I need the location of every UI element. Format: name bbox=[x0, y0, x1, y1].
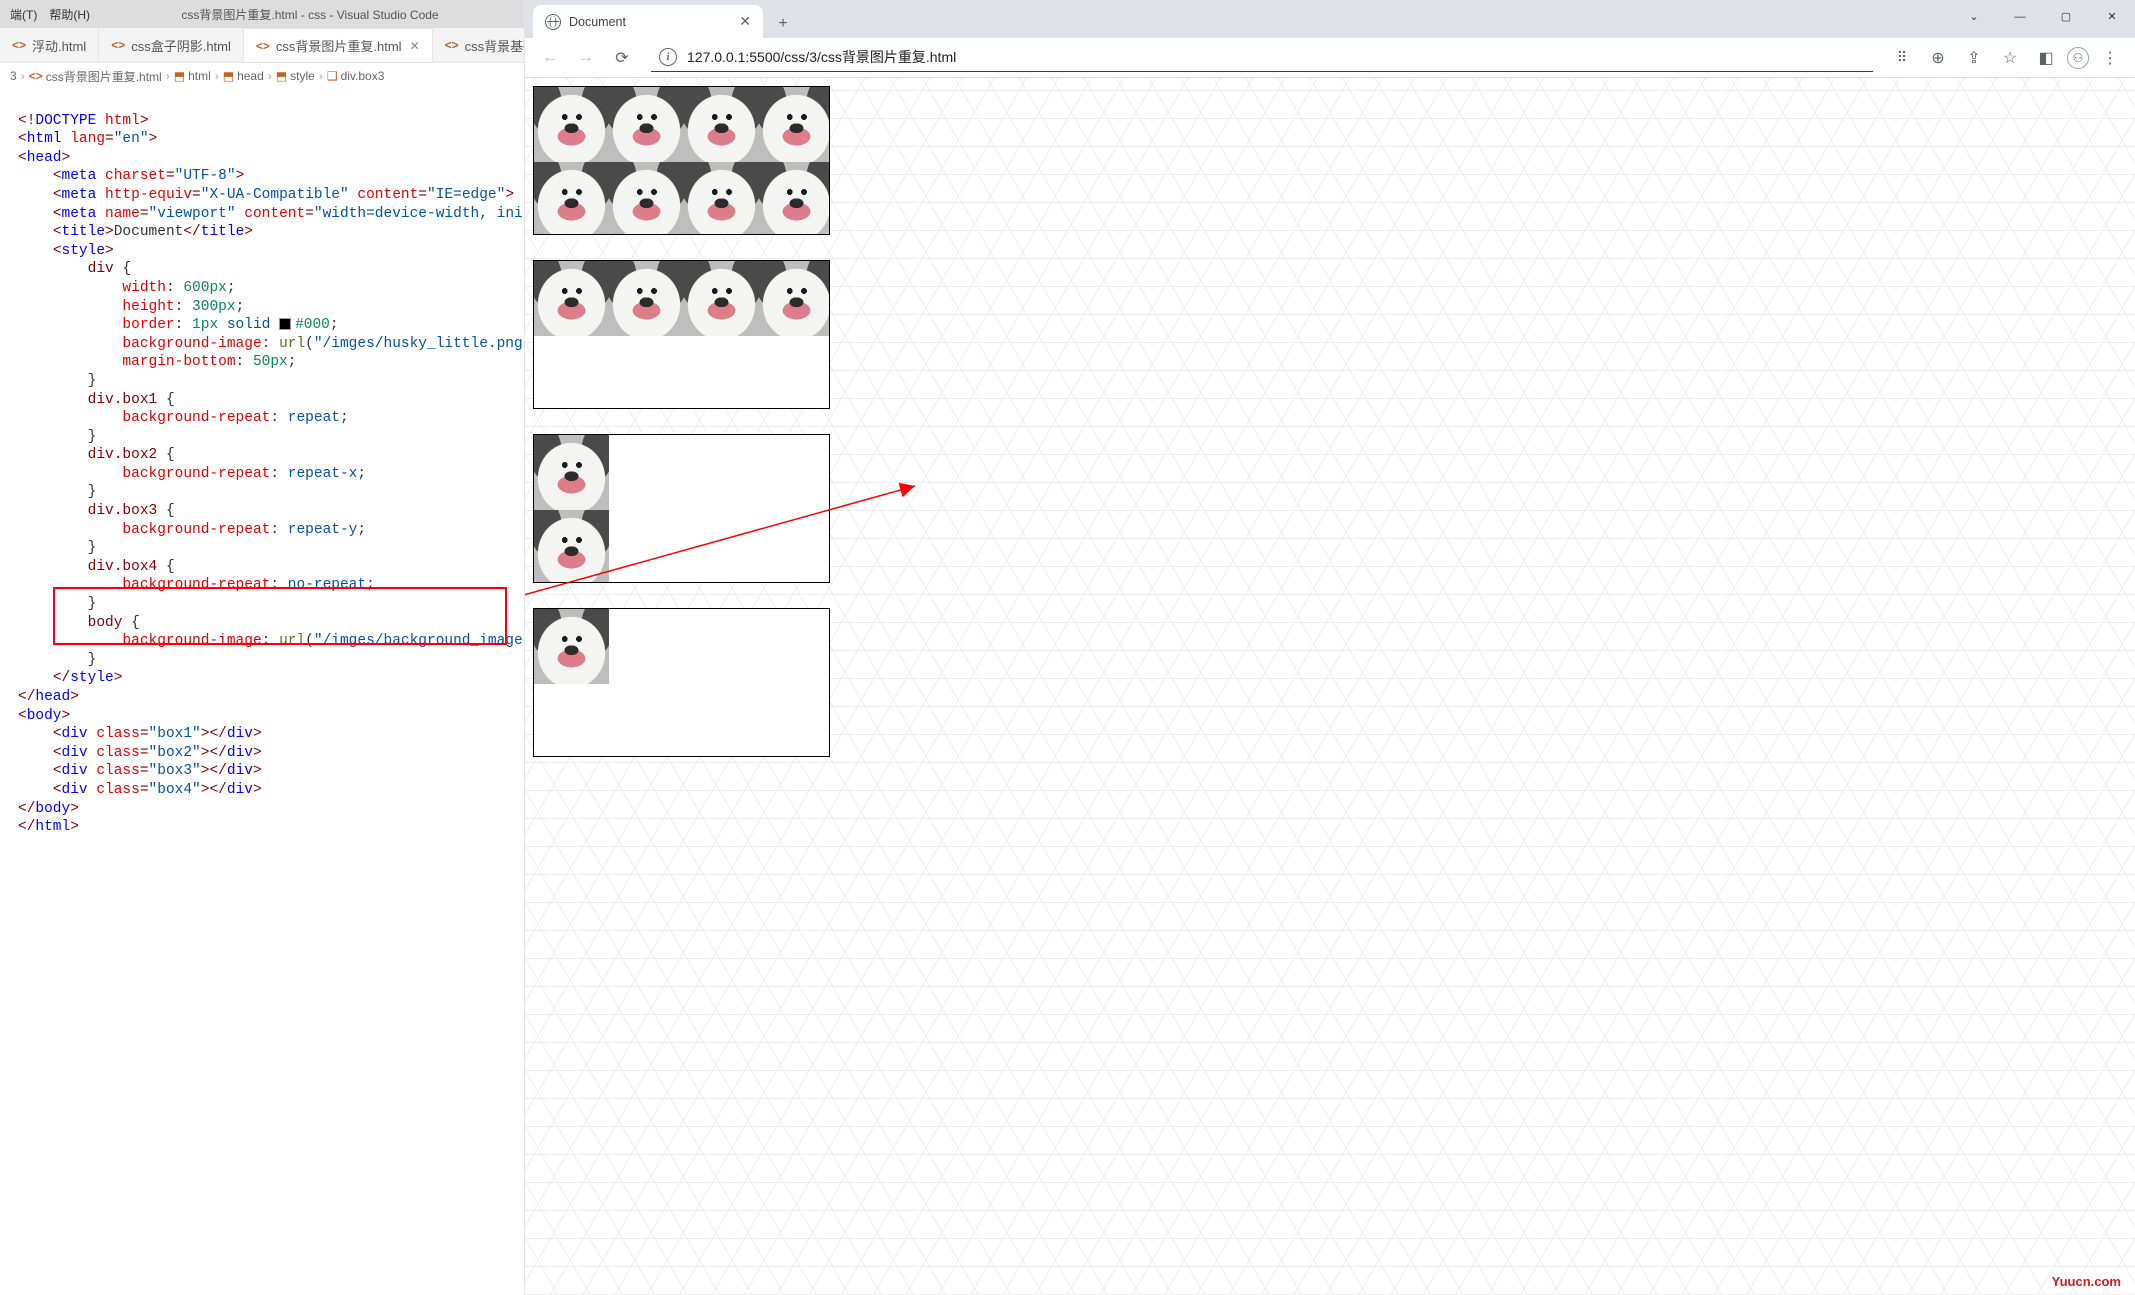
reload-button[interactable]: ⟳ bbox=[607, 43, 637, 73]
html-file-icon: <> bbox=[445, 38, 459, 52]
symbol-icon: ❑ bbox=[327, 69, 338, 83]
zoom-icon[interactable]: ⊕ bbox=[1923, 43, 1953, 73]
tab-float[interactable]: <> 浮动.html bbox=[0, 28, 99, 62]
address-bar[interactable]: i 127.0.0.1:5500/css/3/css背景图片重复.html bbox=[651, 43, 1873, 72]
close-icon[interactable]: ✕ bbox=[737, 13, 753, 30]
browser-tab[interactable]: Document ✕ bbox=[533, 5, 763, 38]
window-controls: ⌄ — ▢ ✕ bbox=[1951, 0, 2135, 33]
editor-tabs: <> 浮动.html <> css盒子阴影.html <> css背景图片重复.htm… bbox=[0, 28, 524, 63]
tab-label: css盒子阴影.html bbox=[131, 36, 231, 55]
symbol-icon: ⬒ bbox=[276, 69, 287, 83]
minimize-button[interactable]: — bbox=[1997, 0, 2043, 33]
share-icon[interactable]: ⇪ bbox=[1959, 43, 1989, 73]
close-button[interactable]: ✕ bbox=[2089, 0, 2135, 33]
html-file-icon: <> bbox=[12, 38, 26, 52]
chevron-down-icon[interactable]: ⌄ bbox=[1951, 0, 1997, 33]
page-viewport: Yuucn.com bbox=[525, 78, 2135, 1295]
demo-box4-no-repeat bbox=[533, 608, 830, 757]
vscode-window: 端(T) 帮助(H) css背景图片重复.html - css - Visual… bbox=[0, 0, 525, 1295]
bc-seg[interactable]: div.box3 bbox=[341, 69, 385, 83]
page-body bbox=[525, 78, 2135, 790]
tab-bgbasic[interactable]: <> css背景基础知 bbox=[433, 28, 524, 62]
demo-box2-repeat-x bbox=[533, 260, 830, 409]
tab-label: css背景图片重复.html bbox=[276, 36, 402, 55]
browser-toolbar: ← → ⟳ i 127.0.0.1:5500/css/3/css背景图片重复.h… bbox=[525, 38, 2135, 78]
globe-icon bbox=[545, 14, 561, 30]
bc-seg[interactable]: style bbox=[290, 69, 315, 83]
back-button[interactable]: ← bbox=[535, 43, 565, 73]
symbol-icon: ⬒ bbox=[223, 69, 234, 83]
symbol-icon: ⬒ bbox=[174, 69, 185, 83]
browser-window: ⌄ — ▢ ✕ Document ✕ + ← → ⟳ i 127.0.0.1:5… bbox=[525, 0, 2135, 1295]
bc-seg[interactable]: html bbox=[188, 69, 211, 83]
profile-icon[interactable]: ⚇ bbox=[2067, 47, 2089, 69]
code-editor[interactable]: <!DOCTYPE html> <html lang="en"> <head> … bbox=[0, 89, 524, 1295]
tab-title: Document bbox=[569, 15, 626, 29]
menu-terminal[interactable]: 端(T) bbox=[4, 6, 43, 23]
maximize-button[interactable]: ▢ bbox=[2043, 0, 2089, 33]
menu-icon[interactable]: ⋮ bbox=[2095, 43, 2125, 73]
html-file-icon: <> bbox=[256, 39, 270, 53]
url-text: 127.0.0.1:5500/css/3/css背景图片重复.html bbox=[687, 47, 956, 67]
close-icon[interactable]: ✕ bbox=[410, 39, 420, 53]
demo-box1-repeat bbox=[533, 86, 830, 235]
sidepanel-icon[interactable]: ◧ bbox=[2031, 43, 2061, 73]
html-file-icon: <> bbox=[111, 38, 125, 52]
bc-seg[interactable]: css背景图片重复.html bbox=[46, 68, 162, 85]
tab-bgrepeat[interactable]: <> css背景图片重复.html ✕ bbox=[244, 28, 433, 62]
site-info-icon[interactable]: i bbox=[659, 48, 677, 66]
menu-help[interactable]: 帮助(H) bbox=[43, 6, 96, 23]
bc-seg[interactable]: 3 bbox=[10, 69, 17, 83]
tab-label: 浮动.html bbox=[32, 36, 86, 55]
html-file-icon: <> bbox=[29, 69, 43, 83]
tab-boxshadow[interactable]: <> css盒子阴影.html bbox=[99, 28, 244, 62]
tab-label: css背景基础知 bbox=[465, 36, 524, 55]
demo-box3-repeat-y bbox=[533, 434, 830, 583]
new-tab-button[interactable]: + bbox=[769, 10, 797, 38]
browser-tabstrip: Document ✕ + bbox=[525, 0, 2135, 38]
bc-seg[interactable]: head bbox=[237, 69, 264, 83]
window-title: css背景图片重复.html - css - Visual Studio Cod… bbox=[96, 6, 524, 23]
vscode-titlebar: 端(T) 帮助(H) css背景图片重复.html - css - Visual… bbox=[0, 0, 524, 28]
forward-button[interactable]: → bbox=[571, 43, 601, 73]
bookmark-icon[interactable]: ☆ bbox=[1995, 43, 2025, 73]
breadcrumb[interactable]: 3› <>css背景图片重复.html› ⬒html› ⬒head› ⬒styl… bbox=[0, 63, 524, 89]
translate-icon[interactable]: ⠿ bbox=[1887, 43, 1917, 73]
watermark: Yuucn.com bbox=[2052, 1274, 2121, 1289]
